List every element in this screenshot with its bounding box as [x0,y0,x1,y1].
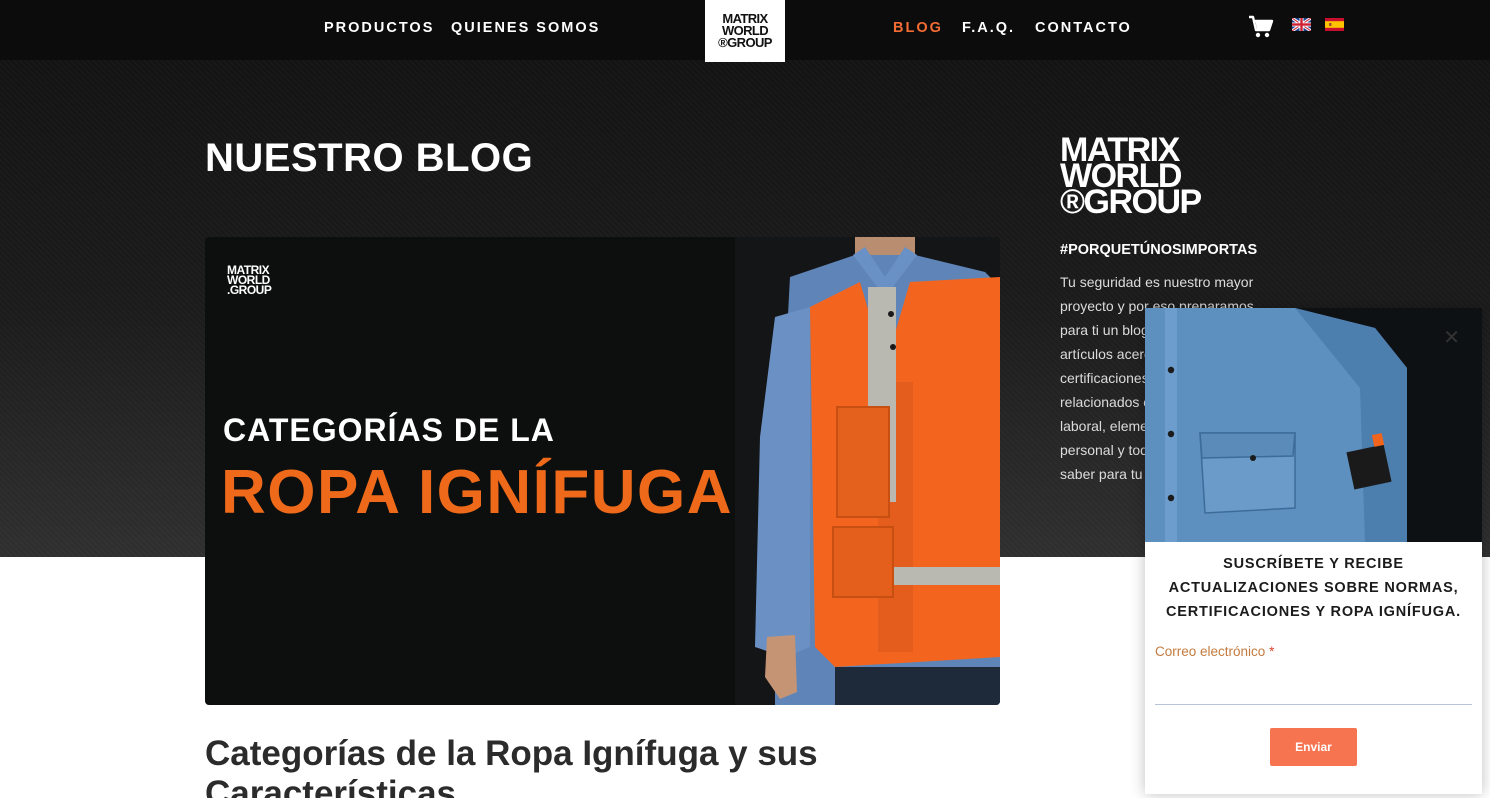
logo-line: .GROUP [227,283,272,297]
popup-title-line: CERTIFICACIONES Y ROPA IGNÍFUGA. [1166,604,1461,620]
email-label: Correo electrónico * [1155,644,1274,659]
nav-link-productos[interactable]: PRODUCTOS [324,20,434,36]
nav-link-faq[interactable]: F.A.Q. [962,20,1015,36]
top-navigation: PRODUCTOS QUIENES SOMOS MATRIX WORLD ®GR… [0,0,1490,62]
required-mark: * [1269,644,1275,659]
spain-flag-icon[interactable] [1325,18,1344,31]
featured-post-image[interactable]: MATRIX WORLD .GROUP CATEGORÍAS DE LA ROP… [205,237,1000,705]
email-label-text: Correo electrónico [1155,644,1266,659]
nav-link-contacto[interactable]: CONTACTO [1035,20,1132,36]
logo-line: ®GROUP [718,35,772,50]
worker-vest-photo [735,237,1000,705]
uk-flag-icon[interactable] [1292,18,1311,31]
close-icon[interactable]: ✕ [1443,328,1460,348]
logo-line: ®GROUP [1060,183,1202,221]
email-field[interactable] [1155,668,1472,705]
popup-shirt-photo [1145,308,1482,542]
page-title: NUESTRO BLOG [205,136,534,180]
popup-title-line: ACTUALIZACIONES SOBRE NORMAS, [1168,580,1459,596]
nav-link-quienes-somos[interactable]: QUIENES SOMOS [451,20,600,36]
popup-title-line: SUSCRÍBETE Y RECIBE [1223,556,1404,572]
subscribe-popup: ✕ SUSCRÍBETE Y RECIBE ACTUALIZACIONES SO… [1145,308,1482,794]
article-title[interactable]: Categorías de la Ropa Ignífuga y sus Car… [205,734,985,798]
sidebar-hashtag: #PORQUETÚNOSIMPORTAS [1060,242,1258,258]
sidebar-logo: MATRIX WORLD ®GROUP [1060,133,1202,221]
featured-logo: MATRIX WORLD .GROUP [227,264,272,297]
nav-link-blog[interactable]: BLOG [893,20,943,36]
shopping-cart-icon[interactable] [1248,14,1274,40]
featured-headline-bottom: ROPA IGNÍFUGA [221,458,734,527]
submit-button[interactable]: Enviar [1270,728,1357,766]
popup-title: SUSCRÍBETE Y RECIBE ACTUALIZACIONES SOBR… [1145,552,1482,624]
featured-headline-top: CATEGORÍAS DE LA [223,412,555,448]
site-logo[interactable]: MATRIX WORLD ®GROUP [705,0,785,62]
